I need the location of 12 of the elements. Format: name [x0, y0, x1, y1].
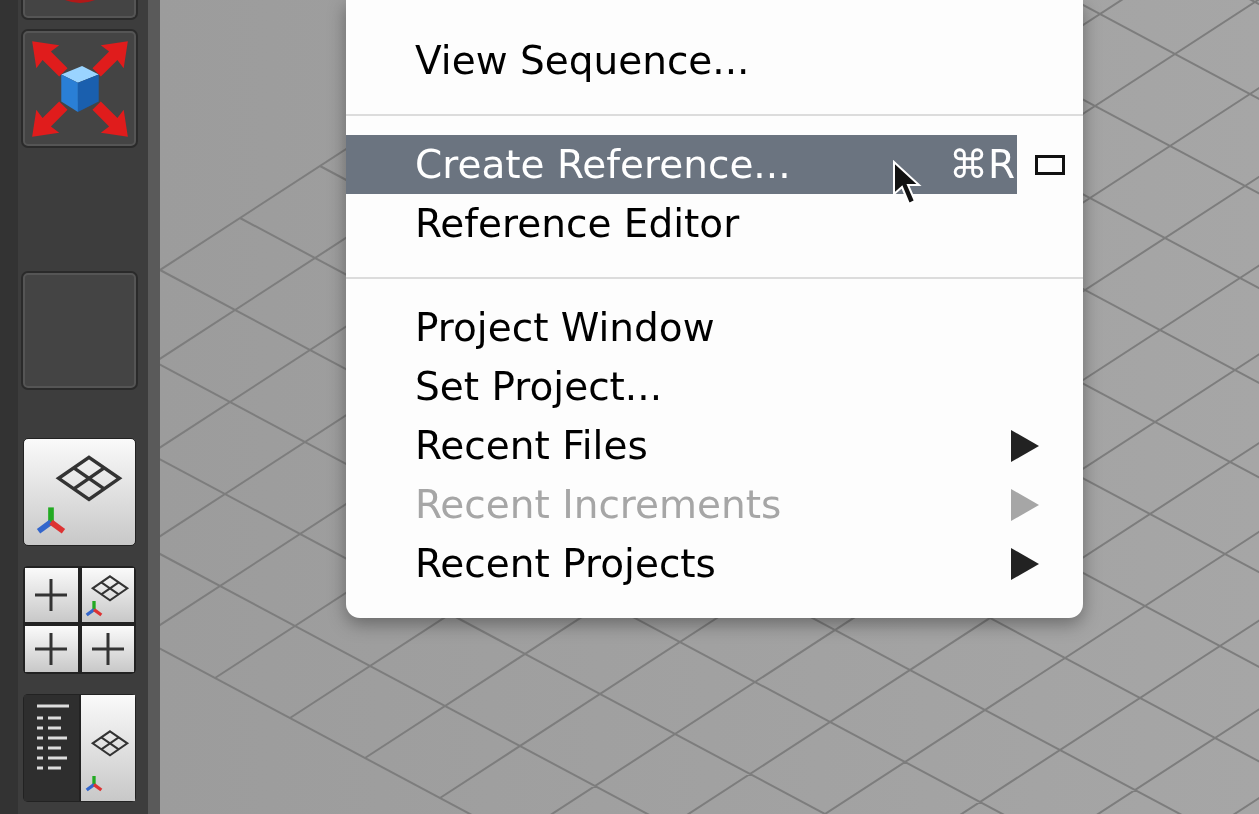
menu-item[interactable]: Recent Projects	[346, 534, 1083, 593]
option-box-icon[interactable]	[1035, 154, 1065, 175]
move-tool-button[interactable]	[23, 31, 136, 146]
menu-item[interactable]: Recent Files	[346, 416, 1083, 475]
menu-item[interactable]: Project Window	[346, 298, 1017, 357]
menu-item[interactable]: View Sequence...	[346, 31, 1017, 90]
four-view-button[interactable]	[23, 566, 136, 674]
menu-item[interactable]: Set Project...	[346, 357, 1017, 416]
perspective-view-button[interactable]	[23, 438, 136, 546]
menu-item[interactable]: Reference Editor	[346, 194, 1017, 253]
outliner-view-button[interactable]	[23, 694, 136, 802]
menu-item[interactable]: Create Reference... ⌘R	[346, 135, 1017, 194]
